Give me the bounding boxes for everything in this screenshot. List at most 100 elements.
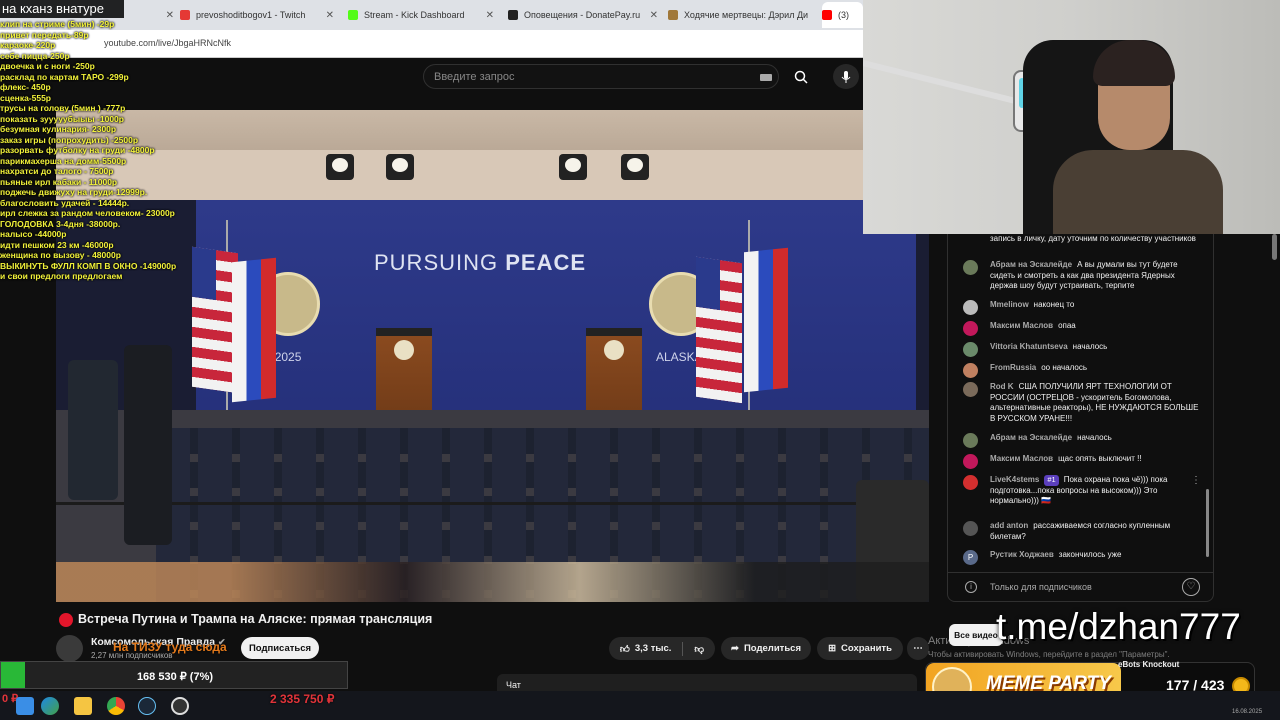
stage-light: [386, 154, 414, 180]
donation-item: и свои предлоги предлогаем: [0, 271, 123, 281]
chrome-icon[interactable]: [107, 697, 125, 715]
share-button[interactable]: ➦ Поделиться: [721, 637, 811, 660]
donation-item: женщина по вызову - 48000р: [0, 250, 121, 260]
donation-item: ГОЛОДОВКА 3-4дня -38000р.: [0, 218, 121, 229]
donation-item: нахратси до талого - 7500р: [0, 166, 114, 176]
subscribe-button[interactable]: Подписаться: [241, 637, 319, 659]
more-options-icon[interactable]: ⋮: [1191, 475, 1201, 486]
member-badge: #1: [1044, 475, 1059, 486]
save-button[interactable]: ⊞ Сохранить: [817, 637, 903, 660]
windows-taskbar: [0, 691, 1280, 720]
chat-message: FromRussia оо началось: [963, 363, 1203, 378]
donation-item: флекс- 450р: [0, 82, 51, 92]
share-icon: ➦: [731, 643, 739, 654]
donation-item: благословить удачей - 14444р.: [0, 197, 130, 208]
donation-item: расклад по картам ТАРО -299р: [0, 71, 129, 82]
tab-title: Оповещения - DonatePay.ru: [524, 10, 641, 20]
like-button[interactable]: 👍︎ 3,3 тыс.: [620, 643, 671, 655]
donation-item: безумная кулинария- 2300р: [0, 124, 117, 134]
chat-message: Р Рустик Ходжаев закончилось уже: [963, 550, 1203, 565]
avatar: [963, 342, 978, 357]
browser-tab-twitch[interactable]: prevoshoditbogov1 - Twitch ✕: [180, 2, 336, 28]
video-ceiling-lower: [56, 150, 929, 200]
overlay-title: на кханз внатуре: [0, 0, 124, 18]
keyboard-icon[interactable]: [760, 74, 772, 81]
chat-input-area: i Только для подписчиков ♡: [948, 572, 1213, 601]
chat-message: Mmelinow наконец то: [963, 300, 1203, 315]
avatar: [963, 321, 978, 336]
ru-flag-left: [232, 257, 276, 403]
knockout-label: eBots Knockout: [1118, 660, 1180, 669]
windows-start-icon[interactable]: [16, 697, 34, 715]
search-input[interactable]: Введите запрос: [423, 64, 779, 89]
video-player[interactable]: PURSUING PEACE ASKA 2025 ALASKA: [56, 110, 929, 602]
donation-item: себе пицца-250р: [0, 50, 70, 61]
more-icon: ⋯: [913, 643, 923, 654]
chat-message: Максим Маслов щас опять выключит !!: [963, 454, 1203, 469]
kick-favicon-icon: [348, 10, 358, 20]
donation-item: клип на стриме (5мин) -29р: [0, 19, 115, 29]
mic-arm: [863, 60, 1019, 105]
search-icon: [794, 70, 808, 84]
video-person: [124, 345, 172, 545]
tab-title: (3): [838, 10, 849, 20]
video-title: Встреча Путина и Трампа на Аляске: пряма…: [78, 612, 433, 626]
donation-item: парикмахерша на домм-5500р: [0, 155, 127, 166]
taskbar-date: 16.08.2025: [1232, 709, 1263, 715]
close-tab-icon[interactable]: ✕: [326, 10, 334, 21]
channel-avatar[interactable]: [56, 635, 83, 662]
chat-message: Абрам на Эскалейде началось: [963, 433, 1203, 448]
file-explorer-icon[interactable]: [74, 697, 92, 715]
donation-price-list: клип на стриме (5мин) -29р привет переда…: [0, 19, 186, 282]
browser-tab-youtube-active[interactable]: (3): [822, 2, 863, 28]
avatar: [963, 521, 978, 536]
ru-flag-right: [744, 247, 788, 393]
thumbs-up-icon: 👍︎: [619, 643, 630, 655]
donation-item: двоечка и с ноги -250р: [0, 61, 95, 71]
browser-tab-kick[interactable]: Stream - Kick Dashboard ✕: [348, 2, 496, 28]
avatar: [963, 454, 978, 469]
search-button[interactable]: [788, 64, 814, 89]
overlay-ribbon-text: На ТИЗУ туда сюда: [113, 640, 227, 654]
browser-tab-walking-dead[interactable]: Ходячие мертвецы: Дэрил Ди: [668, 2, 814, 28]
close-tab-icon[interactable]: ✕: [486, 10, 494, 21]
donation-item: поджечь движуху на груди-12999р.: [0, 187, 148, 197]
info-icon[interactable]: i: [965, 581, 977, 593]
page-scrollbar[interactable]: [1272, 234, 1277, 260]
us-flag-right: [696, 256, 742, 404]
chat-message: Rod K США ПОЛУЧИЛИ ЯРТ ТЕХНОЛОГИИ ОТ РОСС…: [963, 382, 1203, 424]
avatar: [963, 300, 978, 315]
dislike-button[interactable]: 👎︎: [694, 643, 704, 655]
more-actions-button[interactable]: ⋯: [907, 637, 929, 660]
live-chat-panel: запись в личку, дату уточним по количест…: [947, 234, 1214, 602]
browser-tab-donatepay[interactable]: Оповещения - DonatePay.ru ✕: [508, 2, 660, 28]
chat-message[interactable]: LiveK4stems #1 Пока охрана пока чё))) пока…: [963, 475, 1191, 507]
donation-item: привет передать-89р: [0, 29, 89, 40]
video-audience-heads: [56, 562, 929, 602]
edge-icon[interactable]: [41, 697, 59, 715]
chat-scrollbar[interactable]: [1206, 489, 1209, 557]
donation-total-sum: 2 335 750 ₽: [270, 692, 335, 706]
avatar: [963, 260, 978, 275]
streamer-body: [1053, 150, 1223, 234]
webcam-feed: [863, 0, 1280, 234]
avatar: [963, 433, 978, 448]
donation-item: ВЫКИНУТЬ ФУЛЛ КОМП В ОКНО -149000р: [0, 260, 177, 271]
search-placeholder: Введите запрос: [434, 71, 515, 83]
youtube-favicon-icon: [822, 10, 832, 20]
donation-goal-bar: 168 530 ₽ (7%): [0, 661, 348, 689]
stage-light: [559, 154, 587, 180]
like-dislike-group: 👍︎ 3,3 тыс. 👎︎: [609, 637, 715, 660]
all-videos-chip[interactable]: Все видео: [949, 624, 1003, 646]
close-tab-icon[interactable]: ✕: [650, 10, 658, 21]
heart-icon[interactable]: ♡: [1182, 578, 1200, 596]
obs-icon[interactable]: [171, 697, 189, 715]
page-favicon-icon: [668, 10, 678, 20]
chat-message: add anton рассаживаемся согласно купленны…: [963, 521, 1203, 542]
chat-message: Максим Маслов опаа: [963, 321, 1203, 336]
steam-icon[interactable]: [138, 697, 156, 715]
donation-item: пьяные ирл кабаки - 11000р: [0, 176, 118, 187]
stage-light: [326, 154, 354, 180]
voice-search-button[interactable]: [833, 64, 859, 89]
donation-item: заказ игры (попрохудить) -2500р: [0, 134, 139, 145]
